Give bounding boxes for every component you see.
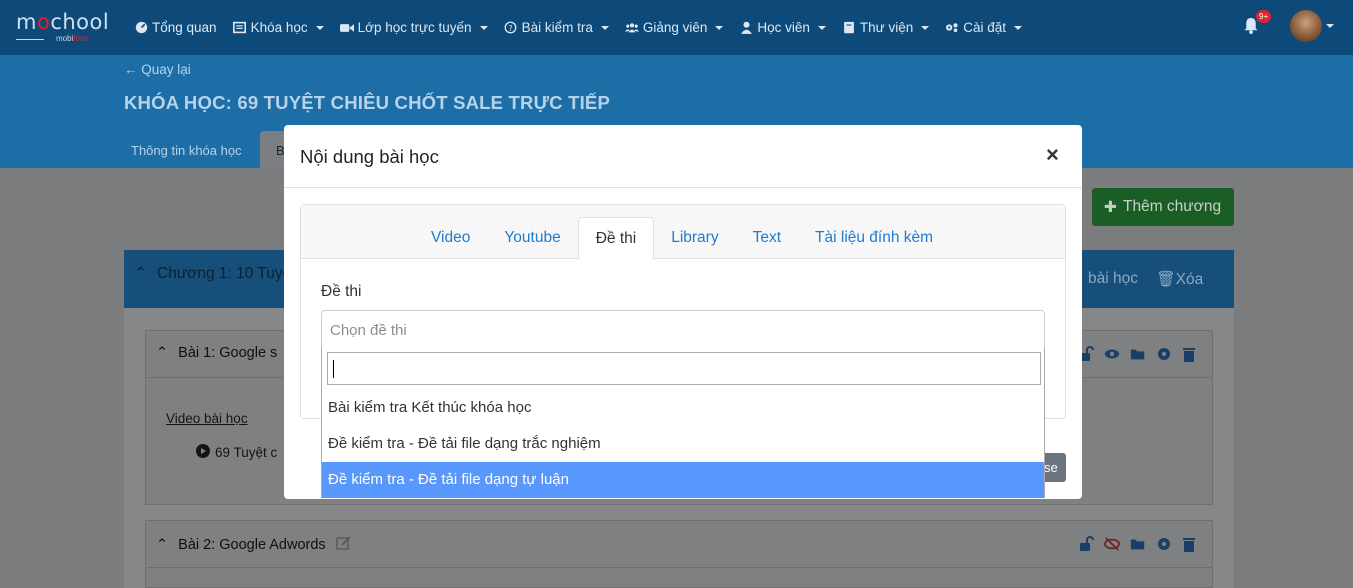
text-cursor (333, 360, 334, 378)
exam-field-label: Đề thi (321, 283, 362, 300)
trash-icon[interactable] (1182, 536, 1198, 552)
chevron-down-icon (817, 25, 826, 30)
dropdown-search-input[interactable] (327, 352, 1041, 385)
lesson-actions (1078, 536, 1198, 552)
exam-select-placeholder: Chọn đề thi (330, 322, 407, 339)
lesson-video-item[interactable]: 69 Tuyệt c (196, 444, 277, 461)
chevron-down-icon (479, 25, 488, 30)
chevron-up-icon: ⌃ (156, 345, 169, 361)
unlock-icon[interactable] (1078, 536, 1094, 552)
chevron-down-icon (1014, 25, 1023, 30)
dropdown-option[interactable]: Bài kiểm tra Kết thúc khóa học (322, 390, 1044, 426)
nav-item-tests[interactable]: ? Bài kiểm tra (504, 20, 609, 35)
logo-line (16, 39, 44, 40)
chevron-down-icon[interactable] (1326, 24, 1334, 28)
add-chapter-button[interactable]: ✚ Thêm chương (1092, 188, 1234, 226)
nav-item-label: Giảng viên (642, 20, 708, 35)
lesson-title[interactable]: ⌃ Bài 1: Google s (156, 345, 277, 361)
modal-title: Nội dung bài học (300, 146, 439, 167)
tab-attachments[interactable]: Tài liệu đính kèm (798, 217, 950, 259)
content-type-tabs-bar: Video Youtube Đề thi Library Text Tài li… (301, 205, 1065, 259)
nav-item-label: Học viên (757, 20, 810, 35)
exam-select-dropdown: Bài kiểm tra Kết thúc khóa học Đề kiểm t… (321, 348, 1045, 498)
edit-icon[interactable] (336, 535, 352, 555)
tab-exam[interactable]: Đề thi (577, 217, 655, 259)
dropdown-option[interactable]: Đề kiểm tra - Đề tải file dạng trắc nghi… (322, 426, 1044, 462)
chevron-up-icon: ⌃ (156, 537, 169, 553)
book-icon (233, 21, 247, 35)
lesson-actions (1078, 346, 1198, 362)
tab-course-info[interactable]: Thông tin khóa học (124, 140, 249, 161)
content-type-tabs: Video Youtube Đề thi Library Text Tài li… (414, 217, 950, 259)
nav-item-label: Cài đặt (963, 20, 1007, 35)
nav-item-label: Tổng quan (152, 20, 217, 35)
tab-library[interactable]: Library (654, 217, 735, 259)
eye-icon[interactable] (1104, 346, 1120, 362)
nav-item-instructors[interactable]: Giảng viên (624, 20, 724, 35)
chevron-down-icon (600, 25, 609, 30)
nav-item-dashboard[interactable]: Tổng quan (134, 20, 217, 35)
add-lesson-button[interactable]: bài học (1088, 270, 1138, 289)
tab-text[interactable]: Text (736, 217, 798, 259)
nav-menu: Tổng quan Khóa học Lớp học trực tuyến ? … (134, 0, 1023, 55)
logo-subtext: mobifone (56, 34, 89, 43)
top-navbar: mochool mobifone Tổng quan Khóa học Lớp … (0, 0, 1353, 55)
nav-item-courses[interactable]: Khóa học (233, 20, 324, 35)
trash-icon: 🗑 (1155, 271, 1176, 288)
video-camera-icon (339, 21, 354, 35)
nav-item-label: Thư viện (859, 20, 914, 35)
lesson-title[interactable]: ⌃ Bài 2: Google Adwords (156, 535, 352, 555)
mschool-logo[interactable]: mochool mobifone (16, 10, 112, 44)
chevron-down-icon (315, 25, 324, 30)
nav-item-label: Bài kiểm tra (521, 20, 593, 35)
arrow-left-icon: ← (124, 62, 142, 77)
folder-open-icon[interactable] (1130, 346, 1146, 362)
lesson-card: ⌃ Bài 2: Google Adwords (145, 520, 1213, 588)
svg-text:?: ? (508, 23, 512, 33)
gear-icon[interactable] (1156, 346, 1172, 362)
play-circle-icon (196, 444, 210, 461)
close-icon[interactable]: × (1046, 143, 1059, 167)
gear-icon[interactable] (1156, 536, 1172, 552)
notification-badge: 9+ (1256, 10, 1272, 23)
question-circle-icon: ? (504, 21, 518, 35)
page-title: KHÓA HỌC: 69 TUYỆT CHIÊU CHỐT SALE TRỰC … (124, 92, 610, 113)
user-avatar[interactable] (1290, 10, 1322, 42)
chevron-down-icon (715, 25, 724, 30)
nav-item-online-class[interactable]: Lớp học trực tuyến (339, 20, 488, 35)
nav-item-settings[interactable]: Cài đặt (945, 20, 1023, 35)
chapter-actions: bài học 🗑Xóa (1088, 270, 1203, 289)
logo-text: mochool (16, 10, 110, 34)
library-icon (842, 21, 856, 35)
nav-item-label: Lớp học trực tuyến (357, 20, 472, 35)
lesson-video-label: Video bài học (166, 411, 248, 426)
lesson-header: ⌃ Bài 2: Google Adwords (146, 521, 1212, 568)
back-link[interactable]: ← Quay lại (124, 62, 191, 77)
dashboard-icon (134, 21, 148, 35)
plus-icon: ✚ (1104, 198, 1117, 216)
exam-select[interactable]: Chọn đề thi (321, 310, 1045, 349)
chevron-up-icon: ⌃ (134, 265, 147, 282)
modal-header: Nội dung bài học × (284, 125, 1082, 188)
nav-item-label: Khóa học (250, 20, 308, 35)
dropdown-option-highlighted[interactable]: Đề kiểm tra - Đề tải file dạng tự luận (322, 462, 1044, 498)
folder-open-icon[interactable] (1130, 536, 1146, 552)
nav-item-students[interactable]: Học viên (739, 20, 826, 35)
nav-item-library[interactable]: Thư viện (842, 20, 930, 35)
trash-icon[interactable] (1182, 346, 1198, 362)
users-icon (624, 21, 639, 35)
chevron-down-icon (921, 25, 930, 30)
chapter-title[interactable]: ⌃ Chương 1: 10 Tuyệ (134, 264, 291, 283)
tab-video[interactable]: Video (414, 217, 487, 259)
delete-chapter-button[interactable]: 🗑Xóa (1156, 270, 1203, 289)
tab-youtube[interactable]: Youtube (487, 217, 577, 259)
user-icon (739, 21, 753, 35)
cogs-icon (945, 21, 959, 35)
eye-slash-icon[interactable] (1104, 536, 1120, 552)
